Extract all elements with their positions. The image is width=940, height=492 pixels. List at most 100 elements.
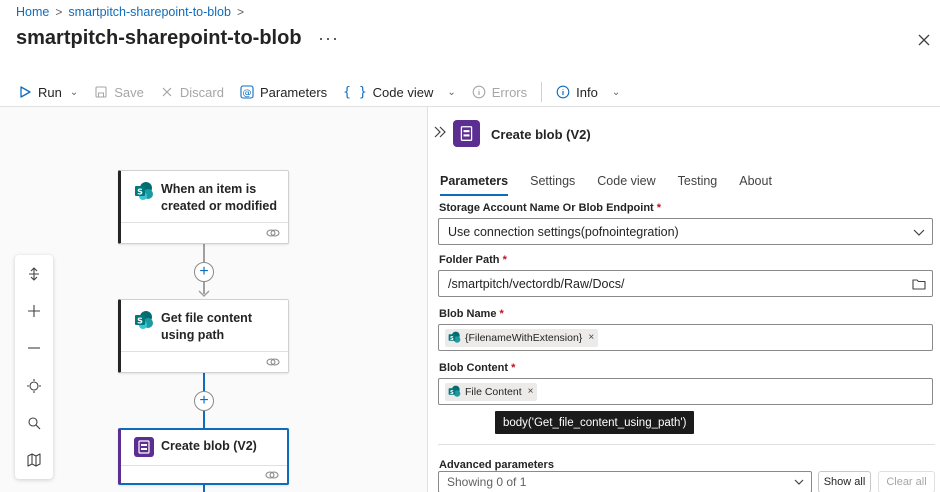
show-all-button[interactable]: Show all <box>818 471 871 492</box>
sharepoint-icon: S <box>448 385 461 397</box>
tab-settings[interactable]: Settings <box>530 174 587 194</box>
storage-account-dropdown[interactable]: Use connection settings(pofnointegration… <box>438 218 933 245</box>
fit-vertical-icon <box>29 266 39 281</box>
link-icon <box>266 229 280 237</box>
errors-label: Errors <box>491 84 528 100</box>
chevron-down-icon: ⌄ <box>611 86 621 98</box>
sharepoint-icon: S <box>135 311 153 329</box>
svg-text:S: S <box>137 317 143 326</box>
breadcrumb-home-link[interactable]: Home <box>16 5 49 19</box>
info-icon <box>556 85 570 99</box>
fit-vertical-button[interactable] <box>15 255 53 292</box>
dynamic-content-token[interactable]: S File Content × <box>445 382 538 401</box>
svg-text:@: @ <box>242 89 251 99</box>
chevron-down-icon[interactable]: ⌄ <box>447 87 455 98</box>
minimap-button[interactable] <box>15 441 53 478</box>
add-step-button[interactable]: + <box>194 262 214 282</box>
play-icon <box>20 86 31 98</box>
node-title: When an item is created or modified <box>161 182 277 213</box>
info-button[interactable]: Info ⌄ <box>548 79 628 105</box>
blob-content-input[interactable]: S File Content × <box>438 378 933 405</box>
tab-about[interactable]: About <box>739 174 784 194</box>
fit-view-button[interactable] <box>15 367 53 404</box>
clear-all-button[interactable]: Clear all <box>878 471 935 492</box>
token-tooltip: body('Get_file_content_using_path') <box>495 411 695 434</box>
toolbar-divider <box>541 82 543 102</box>
azure-blob-icon <box>453 120 480 147</box>
zoom-out-button[interactable] <box>15 330 53 367</box>
arrow-down-icon <box>198 290 210 298</box>
create-blob-node[interactable]: Create blob (V2) <box>118 428 289 485</box>
save-icon <box>95 86 107 98</box>
designer-toolbar: Run ⌄ Save Discard @ Parameters { } Code… <box>0 78 940 106</box>
blob-name-label: Blob Name * <box>439 308 504 320</box>
errors-button[interactable]: Errors <box>464 79 535 105</box>
link-icon <box>266 358 280 366</box>
tab-parameters[interactable]: Parameters <box>440 174 520 196</box>
search-button[interactable] <box>15 404 53 441</box>
remove-token-icon[interactable]: × <box>588 332 594 343</box>
chevron-down-icon: ⌄ <box>69 86 79 98</box>
connector-line <box>203 244 205 262</box>
tab-testing[interactable]: Testing <box>678 174 730 194</box>
action-details-panel: Create blob (V2) Parameters Settings Cod… <box>428 107 940 492</box>
discard-label: Discard <box>179 84 224 100</box>
minimap-icon <box>27 453 41 467</box>
svg-text:S: S <box>450 336 454 342</box>
fit-view-icon <box>27 378 41 393</box>
breadcrumb-chevron-icon: > <box>236 5 244 19</box>
discard-button[interactable]: Discard <box>152 79 232 105</box>
folder-path-input[interactable]: /smartpitch/vectordb/Raw/Docs/ <box>438 270 933 297</box>
connector-line <box>203 484 205 492</box>
advanced-parameters-label: Advanced parameters <box>439 459 554 471</box>
svg-text:S: S <box>137 188 143 197</box>
close-icon[interactable] <box>914 30 934 50</box>
node-footer <box>121 351 288 372</box>
parameters-label: Parameters <box>259 84 328 100</box>
canvas-controls <box>15 255 53 479</box>
zoom-out-icon <box>28 347 40 349</box>
folder-icon[interactable] <box>912 277 926 291</box>
trigger-node[interactable]: S When an item is created or modified <box>118 170 289 244</box>
breadcrumb-chevron-icon: > <box>55 5 63 19</box>
blob-content-label: Blob Content * <box>439 362 516 374</box>
breadcrumb-current-link[interactable]: smartpitch-sharepoint-to-blob <box>68 5 231 19</box>
page-title: smartpitch-sharepoint-to-blob <box>16 27 302 49</box>
blob-name-input[interactable]: S {FilenameWithExtension} × <box>438 324 933 351</box>
folder-path-label: Folder Path * <box>439 254 507 266</box>
advanced-parameters-dropdown[interactable]: Showing 0 of 1 <box>438 471 812 492</box>
node-footer <box>121 222 288 243</box>
info-label: Info <box>576 84 598 100</box>
braces-icon: { } <box>343 84 367 100</box>
svg-text:S: S <box>450 390 454 396</box>
discard-icon <box>162 87 172 97</box>
link-icon <box>265 471 279 479</box>
connector-line <box>203 411 205 428</box>
azure-blob-icon <box>134 437 154 457</box>
double-chevron-right-icon[interactable] <box>433 125 447 139</box>
run-button[interactable]: Run ⌄ <box>10 79 86 105</box>
zoom-in-icon <box>28 304 40 317</box>
parameters-button[interactable]: @ Parameters <box>232 79 335 105</box>
node-title: Create blob (V2) <box>161 439 257 453</box>
sharepoint-icon: S <box>448 331 461 343</box>
action-node[interactable]: S Get file content using path <box>118 299 289 373</box>
add-step-button[interactable]: + <box>194 391 214 411</box>
node-title: Get file content using path <box>161 311 252 342</box>
panel-tabs: Parameters Settings Code view Testing Ab… <box>440 174 794 196</box>
more-options-button[interactable]: ··· <box>318 28 339 49</box>
chevron-down-icon <box>913 229 925 236</box>
storage-label: Storage Account Name Or Blob Endpoint * <box>439 202 662 214</box>
code-view-button[interactable]: { } Code view ⌄ <box>335 79 464 105</box>
parameters-icon: @ <box>240 85 254 99</box>
panel-title: Create blob (V2) <box>491 127 591 142</box>
breadcrumb: Home > smartpitch-sharepoint-to-blob > <box>16 5 244 19</box>
section-divider <box>438 444 935 445</box>
tab-code-view[interactable]: Code view <box>597 174 667 194</box>
dynamic-content-token[interactable]: S {FilenameWithExtension} × <box>445 328 599 347</box>
connector-line <box>203 373 205 391</box>
save-button[interactable]: Save <box>86 79 152 105</box>
remove-token-icon[interactable]: × <box>528 386 534 397</box>
zoom-in-button[interactable] <box>15 292 53 329</box>
run-label: Run <box>38 84 62 100</box>
